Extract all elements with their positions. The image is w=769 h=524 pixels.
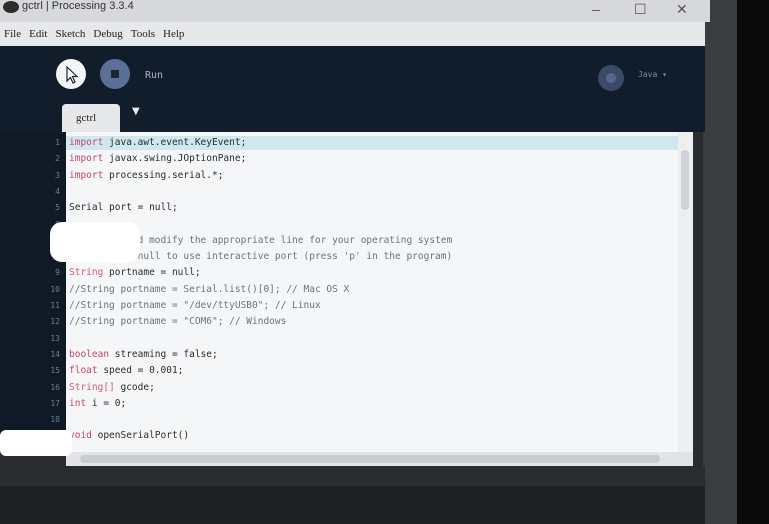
code-token: String[] xyxy=(69,381,115,393)
code-token: processing.serial.*; xyxy=(103,169,224,181)
code-token: speed = 0.001; xyxy=(97,365,184,377)
code-line[interactable]: String[] gcode; xyxy=(66,381,155,395)
background-edge xyxy=(737,0,769,524)
code-token: import xyxy=(69,137,104,148)
maximize-button[interactable]: ☐ xyxy=(634,2,647,16)
tab-label: gctrl xyxy=(76,112,97,124)
code-token: javax.swing.JOptionPane; xyxy=(103,153,247,165)
line-number: 5 xyxy=(55,203,60,213)
line-number: 16 xyxy=(50,382,60,392)
line-number: 13 xyxy=(50,333,60,343)
title-bar: gctrl | Processing 3.3.4 – ☐ ✕ xyxy=(0,0,710,22)
code-line[interactable]: boolean streaming = false; xyxy=(66,348,218,362)
processing-app-icon xyxy=(3,1,19,13)
code-token: java.awt.event.KeyEvent; xyxy=(103,137,247,148)
code-line[interactable]: String portname = null; xyxy=(66,266,201,280)
mode-selector[interactable]: Java ▾ xyxy=(638,70,667,79)
code-line[interactable] xyxy=(66,332,69,346)
code-token: //String portname = "/dev/ttyUSB0"; // L… xyxy=(69,300,321,311)
line-number: 15 xyxy=(50,366,60,376)
code-token: streaming = false; xyxy=(109,348,218,360)
code-token: import xyxy=(69,169,104,181)
code-token: boolean xyxy=(69,348,110,360)
line-number: 9 xyxy=(55,268,60,278)
line-number: 12 xyxy=(50,317,60,327)
code-line[interactable]: int i = 0; xyxy=(66,397,126,411)
vertical-scroll-thumb[interactable] xyxy=(681,150,689,210)
code-line[interactable]: //String portname = "/dev/ttyUSB0"; // L… xyxy=(66,299,321,313)
toolbar: Run Java ▾ xyxy=(0,46,705,102)
menu-edit[interactable]: Edit xyxy=(29,28,47,40)
code-line[interactable]: void openSerialPort() xyxy=(66,429,189,443)
run-label: Run xyxy=(145,70,164,81)
code-token: //String portname = Serial.list()[0]; //… xyxy=(69,283,350,295)
line-number: 4 xyxy=(55,186,60,196)
code-token: i = 0; xyxy=(86,397,127,409)
run-button[interactable] xyxy=(56,59,86,89)
code-line[interactable] xyxy=(66,185,69,199)
line-number: 2 xyxy=(55,154,60,164)
debug-button[interactable] xyxy=(598,65,624,91)
menu-file[interactable]: File xyxy=(4,28,21,40)
tab-gctrl[interactable]: gctrl xyxy=(62,104,120,132)
cursor-arrow-icon xyxy=(66,65,79,84)
line-number: 14 xyxy=(50,349,60,359)
stop-square-icon xyxy=(111,70,119,78)
code-line[interactable]: Serial port = null; xyxy=(66,201,178,215)
menu-debug[interactable]: Debug xyxy=(93,28,122,40)
redaction-blob xyxy=(0,430,72,456)
code-line[interactable]: import javax.swing.JOptionPane; xyxy=(66,152,246,166)
code-line[interactable]: float speed = 0.001; xyxy=(66,364,183,378)
horizontal-scroll-thumb[interactable] xyxy=(80,455,660,463)
code-token: void xyxy=(69,430,92,442)
line-number: 3 xyxy=(55,170,60,180)
menu-bar: File Edit Sketch Debug Tools Help xyxy=(0,22,705,46)
code-line[interactable] xyxy=(66,413,69,427)
tab-row: gctrl xyxy=(0,102,705,132)
code-line[interactable]: import java.awt.event.KeyEvent; xyxy=(66,136,678,150)
menu-help[interactable]: Help xyxy=(163,28,184,40)
code-token: Serial port = null; xyxy=(69,202,178,214)
code-line[interactable]: //String portname = Serial.list()[0]; //… xyxy=(66,283,349,297)
code-token: portname = null; xyxy=(103,267,201,279)
line-number: 17 xyxy=(50,398,60,408)
window-title: gctrl | Processing 3.3.4 xyxy=(22,0,134,12)
console-area xyxy=(0,486,705,524)
code-token: import xyxy=(69,153,104,165)
code-token: String xyxy=(69,267,104,279)
window-edge-strip xyxy=(703,0,737,524)
stop-button[interactable] xyxy=(100,59,130,89)
tab-menu-icon[interactable]: ▼ xyxy=(132,106,140,117)
code-token: float xyxy=(69,365,98,377)
line-number: 1 xyxy=(55,138,60,147)
code-token: openSerialPort() xyxy=(91,430,190,442)
redaction-blob xyxy=(50,222,140,262)
code-line[interactable]: //String portname = "COM6"; // Windows xyxy=(66,315,286,329)
close-button[interactable]: ✕ xyxy=(676,2,688,16)
menu-sketch[interactable]: Sketch xyxy=(55,28,85,40)
line-number: 10 xyxy=(50,284,60,294)
line-number: 18 xyxy=(50,415,60,425)
menu-tools[interactable]: Tools xyxy=(131,28,155,40)
code-line[interactable]: import processing.serial.*; xyxy=(66,169,223,183)
code-token: gcode; xyxy=(114,381,155,393)
line-number-gutter: 12345678910111213141516171819 xyxy=(0,132,66,452)
line-number: 11 xyxy=(50,301,60,310)
code-token: //String portname = "COM6"; // Windows xyxy=(69,316,287,328)
console-divider xyxy=(0,466,705,486)
code-token: int xyxy=(69,397,87,409)
code-editor[interactable]: import java.awt.event.KeyEvent; import ja… xyxy=(66,132,678,452)
minimize-button[interactable]: – xyxy=(592,2,600,16)
debugger-icon xyxy=(606,73,616,83)
